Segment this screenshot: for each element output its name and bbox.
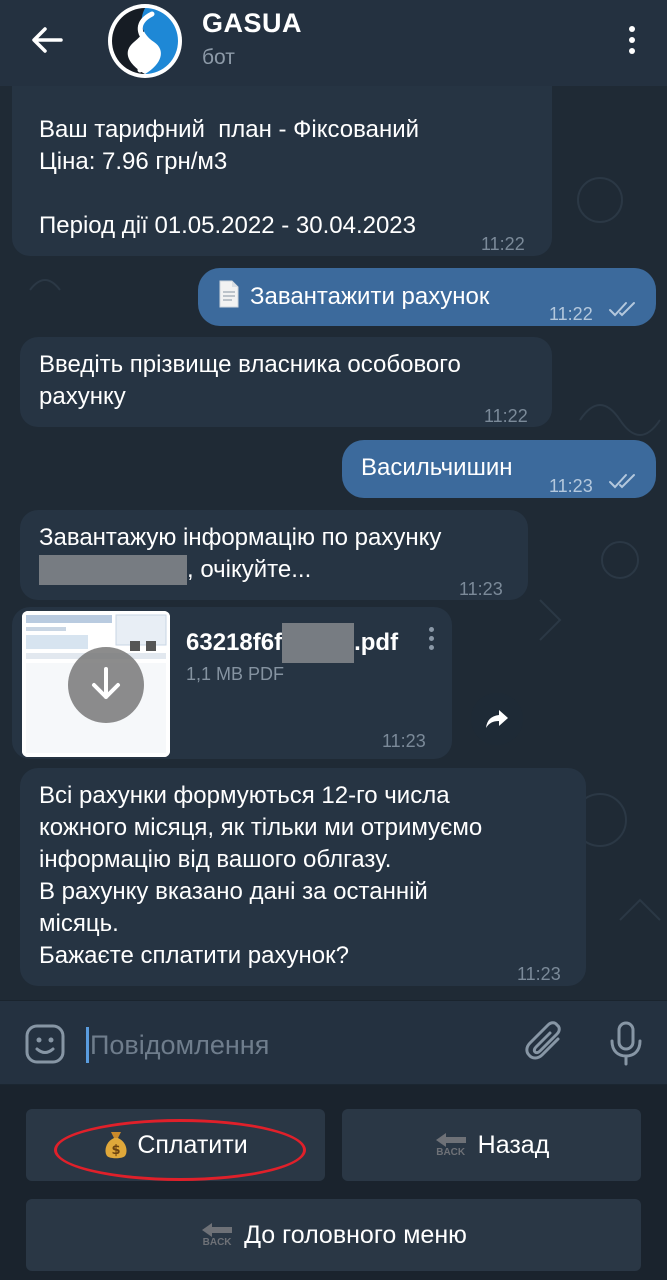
redacted-account-number [39,555,187,585]
message-time: 11:23 [382,731,426,751]
microphone-icon[interactable] [606,1019,646,1067]
gasua-logo-icon [110,6,180,76]
dot-icon [428,636,434,641]
message-text: Завантажити рахунок [250,283,490,310]
message-text: Завантажую інформацію по рахунку , очіку… [39,522,441,586]
share-button[interactable] [471,693,523,745]
more-dot-icon [629,48,635,54]
message-time: 11:23 [517,964,561,984]
page-facing-up-icon [219,280,239,308]
message-bubble-outgoing[interactable]: Васильчишин 11:23 [342,440,656,498]
svg-text:$: $ [112,1143,121,1158]
message-bubble-outgoing[interactable]: Завантажити рахунок 11:22 [198,268,656,326]
file-name: 63218f6f .pdf [186,623,398,663]
main-menu-button[interactable]: BACK До головного меню [26,1199,641,1271]
message-input-bar [0,1000,667,1084]
message-text: Введіть прізвище власника особового раху… [39,351,461,410]
message-time: 11:23 [459,579,503,599]
file-size: 1,1 MB PDF [186,664,285,684]
message-bubble-incoming[interactable]: Всі рахунки формуються 12-го числа кожно… [20,768,586,986]
message-text: Ваш тарифний план - Фіксований Ціна: 7.9… [39,116,420,239]
paperclip-icon[interactable] [524,1019,568,1067]
message-input[interactable] [90,1027,490,1063]
chat-subtitle: бот [202,46,235,69]
message-text-line: , очікуйте... [187,556,312,583]
back-button-label: Назад [477,1130,550,1159]
more-dot-icon [629,26,635,32]
back-arrow-icon: BACK [434,1132,468,1158]
chat-header: GASUA бот [0,0,667,86]
file-message[interactable]: 63218f6f .pdf 1,1 MB PDF 11:23 [12,607,452,759]
main-menu-button-label: До головного меню [244,1220,467,1249]
file-name-prefix: 63218f6f [186,629,283,656]
file-name-suffix: .pdf [354,629,399,656]
file-options-button[interactable] [424,627,438,657]
download-arrow-icon [92,667,120,699]
pdf-thumbnail[interactable] [22,611,170,757]
back-icon-text: BACK [436,1147,466,1158]
message-bubble-incoming[interactable]: Введіть прізвище власника особового раху… [20,337,552,427]
bot-avatar[interactable] [108,4,182,78]
message-time: 11:22 [549,304,593,324]
message-text: Всі рахунки формуються 12-го числа кожно… [39,782,483,969]
more-dot-icon [629,37,635,43]
back-icon-text: BACK [202,1237,232,1248]
message-time: 11:22 [481,234,525,254]
back-button[interactable]: BACK Назад [342,1109,641,1181]
back-arrow-icon [32,27,63,53]
pay-button[interactable]: $ Сплатити [26,1109,325,1181]
back-arrow-icon: BACK [200,1222,234,1248]
dot-icon [428,627,434,632]
dot-icon [428,645,434,650]
text-cursor [86,1027,89,1063]
message-text-line: Завантажую інформацію по рахунку [39,524,442,551]
redacted-file-name [282,623,355,663]
download-button[interactable] [68,647,144,723]
double-check-icon [609,474,635,489]
pay-button-label: Сплатити [137,1130,248,1159]
message-bubble-incoming[interactable]: Завантажую інформацію по рахунку , очіку… [20,510,528,600]
message-text: Васильчишин [361,454,513,481]
back-arrow-button[interactable] [22,18,72,62]
double-check-icon [609,302,635,317]
bot-keyboard: $ Сплатити BACK Назад BACK До головного … [0,1085,667,1280]
message-time: 11:23 [549,476,593,496]
more-menu-button[interactable] [617,20,647,60]
chat-title[interactable]: GASUA [202,8,302,39]
sticker-emoji-button[interactable] [24,1023,66,1065]
share-arrow-icon [486,710,508,728]
message-time: 11:22 [484,406,528,426]
money-bag-icon: $ [103,1130,129,1160]
message-bubble-incoming[interactable]: Ваш тарифний план - Фіксований Ціна: 7.9… [12,60,552,256]
